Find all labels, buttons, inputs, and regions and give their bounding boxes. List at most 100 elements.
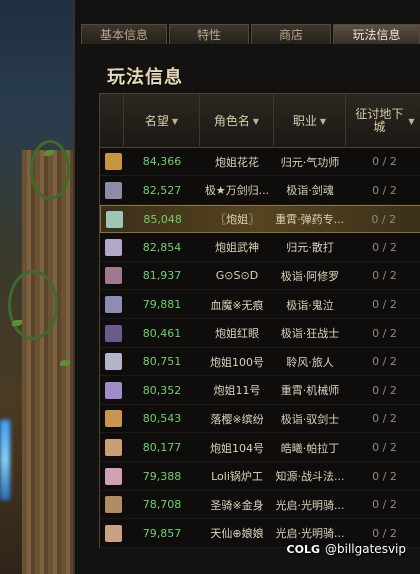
fame-value: 79,857 (142, 526, 182, 540)
leaf-decoration (12, 320, 22, 326)
table-row[interactable]: 79,881 血魔※无痕 极诣·鬼泣 0 / 2 (100, 291, 420, 319)
character-name: 落樱※缤纷 (210, 412, 264, 426)
header-job-label: 职业 (292, 113, 317, 128)
tab-traits[interactable]: 特性 (169, 24, 249, 44)
table-row[interactable]: 85,048 〖炮姐〗 重霄·弹药专... 0 / 2 (100, 205, 420, 234)
header-avatar-column (100, 94, 124, 148)
header-character-name[interactable]: 角色名 ▼ (200, 94, 274, 148)
tab-basic-info[interactable]: 基本信息 (81, 24, 167, 44)
character-table: 名望 ▼ 角色名 ▼ 职业 ▼ 征讨地下城 ▼ 84,366 炮姐花花 归元·气功师… (99, 93, 420, 548)
table-row[interactable]: 80,177 炮姐104号 皓曦·帕拉丁 0 / 2 (100, 434, 420, 462)
colg-logo: COLG (286, 542, 321, 556)
avatar-cell (101, 205, 125, 233)
character-name: 天仙⊕娘娘 (210, 527, 264, 541)
header-fame[interactable]: 名望 ▼ (124, 94, 200, 148)
character-avatar-icon (105, 267, 122, 285)
character-avatar-icon (105, 296, 122, 313)
leaf-decoration (44, 150, 54, 156)
avatar-cell (100, 148, 124, 176)
character-name: 〖炮姐〗 (215, 213, 260, 227)
watermark: COLG @billgatesvip (287, 542, 406, 556)
avatar-cell (100, 291, 124, 319)
fame-value: 80,352 (142, 383, 182, 397)
avatar-cell (100, 405, 124, 433)
table-row[interactable]: 80,751 炮姐100号 聆风·旅人 0 / 2 (100, 348, 420, 377)
raid-progress: 0 / 2 (372, 412, 397, 426)
fame-value: 80,461 (142, 326, 182, 340)
job-name: 光启·光明骑... (275, 498, 345, 512)
raid-progress: 0 / 2 (372, 155, 397, 168)
fame-value: 80,543 (142, 412, 182, 426)
tab-bar: 基本信息 特性 商店 玩法信息 (81, 24, 420, 44)
character-info-panel: 基本信息 特性 商店 玩法信息 玩法信息 名望 ▼ 角色名 ▼ 职业 ▼ 征讨地… (73, 0, 420, 574)
panel-title: 玩法信息 (107, 67, 183, 88)
leaf-decoration (60, 360, 70, 366)
table-header: 名望 ▼ 角色名 ▼ 职业 ▼ 征讨地下城 ▼ (100, 94, 420, 148)
table-row[interactable]: 81,937 G⊙S⊙D 极诣·阿修罗 0 / 2 (100, 262, 420, 291)
tab-gameplay-info[interactable]: 玩法信息 (333, 24, 420, 44)
job-name: 极诣·驭剑士 (280, 412, 340, 426)
table-row[interactable]: 80,461 炮姐红眼 极诣·狂战士 0 / 2 (100, 320, 420, 348)
background-scenery (0, 0, 80, 574)
character-name: 炮姐花花 (215, 155, 259, 169)
fame-value: 85,048 (143, 212, 182, 226)
fame-value: 84,366 (142, 155, 182, 168)
table-row[interactable]: 80,543 落樱※缤纷 极诣·驭剑士 0 / 2 (100, 405, 420, 434)
sort-arrow-icon: ▼ (319, 116, 327, 126)
watermark-handle: @billgatesvip (325, 542, 406, 556)
job-name: 重霄·弹药专... (275, 213, 345, 227)
blue-glow-effect (0, 420, 10, 500)
job-name: 归元·散打 (286, 241, 334, 255)
fame-value: 80,751 (142, 355, 182, 369)
job-name: 极诣·狂战士 (280, 327, 340, 341)
vine-decoration (8, 270, 58, 340)
job-name: 知源·战斗法... (275, 470, 345, 484)
job-name: 归元·气功师 (280, 155, 340, 169)
header-raid[interactable]: 征讨地下城 ▼ (346, 94, 420, 148)
fame-value: 82,854 (142, 240, 182, 254)
avatar-cell (100, 176, 124, 204)
fame-value: 82,527 (142, 183, 182, 197)
avatar-cell (100, 348, 124, 376)
character-name: 炮姐11号 (213, 384, 261, 398)
avatar-cell (100, 376, 124, 404)
raid-progress: 0 / 2 (372, 269, 397, 283)
character-avatar-icon (105, 467, 122, 485)
character-avatar-icon (105, 210, 123, 228)
tree-trunk (22, 150, 80, 574)
header-job[interactable]: 职业 ▼ (274, 94, 346, 148)
character-name: Loli锅炉工 (211, 470, 263, 484)
sort-arrow-icon: ▼ (408, 116, 415, 126)
character-avatar-icon (105, 153, 122, 170)
header-character-name-label: 角色名 (213, 113, 250, 128)
fame-value: 81,937 (142, 269, 182, 283)
character-avatar-icon (105, 410, 122, 428)
raid-progress: 0 / 2 (372, 326, 397, 340)
table-row[interactable]: 84,366 炮姐花花 归元·气功师 0 / 2 (100, 148, 420, 176)
table-row[interactable]: 78,708 圣骑※金身 光启·光明骑... 0 / 2 (100, 491, 420, 520)
avatar-cell (100, 319, 124, 347)
sort-arrow-icon: ▼ (171, 116, 179, 126)
table-row[interactable]: 80,352 炮姐11号 重霄·机械师 0 / 2 (100, 377, 420, 405)
tab-shop[interactable]: 商店 (251, 24, 331, 44)
raid-progress: 0 / 2 (372, 469, 397, 483)
character-avatar-icon (105, 439, 122, 456)
character-name: 圣骑※金身 (210, 498, 264, 512)
raid-progress: 0 / 2 (372, 183, 397, 197)
character-avatar-icon (105, 381, 122, 399)
character-name: 炮姐104号 (210, 441, 264, 455)
table-row[interactable]: 82,854 炮姐武神 归元·散打 0 / 2 (100, 234, 420, 262)
table-row[interactable]: 82,527 极★万剑归... 极诣·剑魂 0 / 2 (100, 177, 420, 205)
character-avatar-icon (105, 496, 122, 514)
job-name: 皓曦·帕拉丁 (280, 441, 340, 455)
job-name: 极诣·阿修罗 (280, 269, 340, 283)
character-avatar-icon (105, 524, 122, 542)
job-name: 重霄·机械师 (280, 384, 340, 398)
character-name: 炮姐武神 (215, 241, 259, 255)
character-avatar-icon (105, 324, 122, 342)
avatar-cell (100, 462, 124, 490)
character-name: G⊙S⊙D (215, 269, 259, 283)
header-raid-label: 征讨地下城 (355, 107, 404, 134)
table-row[interactable]: 79,388 Loli锅炉工 知源·战斗法... 0 / 2 (100, 463, 420, 491)
raid-progress: 0 / 2 (372, 240, 397, 254)
